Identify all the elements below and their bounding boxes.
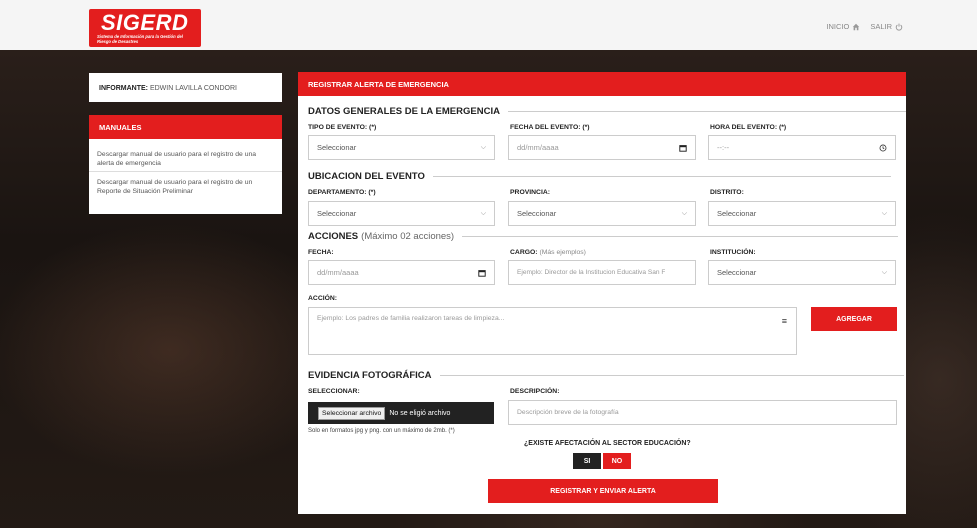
logo-name: SIGERD [101, 10, 189, 35]
accion-label: ACCIÓN: [308, 295, 338, 302]
chevron-down-icon: ⌵ [480, 143, 486, 151]
form-title: REGISTRAR ALERTA DE EMERGENCIA [298, 72, 906, 96]
nav-inicio-label: INICIO [826, 22, 850, 31]
file-format-note: Solo en formatos jpg y png. con un máxim… [308, 428, 455, 434]
cargo-label-text: CARGO: [510, 249, 538, 256]
home-icon [853, 23, 860, 30]
file-select-button[interactable]: Seleccionar archivo [318, 406, 386, 420]
section-acciones-title: ACCIONES [308, 231, 359, 242]
institucion-value: Seleccionar [717, 268, 757, 277]
manual-link-reporte[interactable]: Descargar manual de usuario para el regi… [89, 172, 282, 196]
fecha-input[interactable]: dd/mm/aaaa [308, 260, 495, 285]
fecha-evento-placeholder: dd/mm/aaaa [517, 143, 559, 152]
file-input[interactable]: Seleccionar archivo No se eligió archivo [308, 402, 494, 424]
nav-salir-label: SALIR [870, 22, 892, 31]
agregar-button[interactable]: AGREGAR [811, 307, 897, 331]
top-bar: SIGERD Sistema de Información para la Ge… [0, 0, 977, 50]
provincia-value: Seleccionar [517, 209, 557, 218]
afectacion-question: ¿EXISTE AFECTACIÓN AL SECTOR EDUCACIÓN? [524, 440, 691, 447]
section-acciones-hint: (Máximo 02 acciones) [361, 231, 455, 242]
no-toggle[interactable]: NO [603, 453, 631, 469]
section-general-title: DATOS GENERALES DE LA EMERGENCIA [308, 106, 500, 117]
departamento-select[interactable]: Seleccionar ⌵ [308, 201, 495, 226]
file-status: No se eligió archivo [389, 409, 451, 417]
informante-name: EDWIN LAVILLA CONDORI [149, 85, 237, 92]
section-ubicacion: UBICACION DEL EVENTO [308, 171, 891, 182]
descripcion-placeholder: Descripción breve de la fotografía [517, 409, 619, 416]
chevron-down-icon: ⌵ [681, 209, 687, 217]
section-divider [507, 111, 906, 112]
provincia-select[interactable]: Seleccionar ⌵ [508, 201, 696, 226]
calendar-icon [478, 269, 486, 277]
menu-lines-icon: ≡ [781, 316, 787, 326]
departamento-value: Seleccionar [317, 209, 357, 218]
clock-icon [879, 144, 887, 151]
calendar-icon [679, 144, 687, 152]
distrito-select[interactable]: Seleccionar ⌵ [708, 201, 896, 226]
manuales-card: MANUALES Descargar manual de usuario par… [89, 115, 282, 214]
fecha-placeholder: dd/mm/aaaa [317, 268, 359, 277]
sigerd-logo[interactable]: SIGERD Sistema de Información para la Ge… [89, 9, 201, 47]
descripcion-input[interactable]: Descripción breve de la fotografía [508, 400, 897, 425]
section-evidencia: EVIDENCIA FOTOGRÁFICA [308, 370, 904, 381]
nav-inicio[interactable]: INICIO [826, 22, 860, 31]
provincia-label: PROVINCIA: [510, 189, 551, 196]
institucion-label: INSTITUCIÓN: [710, 249, 756, 256]
section-divider [439, 375, 904, 376]
tipo-select[interactable]: Seleccionar ⌵ [308, 135, 495, 160]
institucion-select[interactable]: Seleccionar ⌵ [708, 260, 896, 285]
section-acciones: ACCIONES (Máximo 02 acciones) [308, 231, 899, 242]
logo-tagline: Sistema de Información para la Gestión d… [97, 34, 183, 44]
top-nav: INICIO SALIR [826, 22, 903, 31]
departamento-label: DEPARTAMENTO: (*) [308, 189, 376, 196]
yes-toggle[interactable]: SI [573, 453, 601, 469]
chevron-down-icon: ⌵ [881, 268, 887, 276]
descripcion-label: DESCRIPCIÓN: [510, 388, 560, 395]
submit-button[interactable]: REGISTRAR Y ENVIAR ALERTA [488, 479, 718, 503]
section-evidencia-title: EVIDENCIA FOTOGRÁFICA [308, 370, 432, 381]
manual-link-alerta[interactable]: Descargar manual de usuario para el regi… [89, 139, 282, 172]
section-divider [462, 236, 899, 237]
accion-placeholder: Ejemplo: Los padres de familia realizaro… [317, 315, 505, 322]
chevron-down-icon: ⌵ [881, 209, 887, 217]
distrito-value: Seleccionar [717, 209, 757, 218]
section-general: DATOS GENERALES DE LA EMERGENCIA [308, 106, 906, 117]
cargo-placeholder: Ejemplo: Director de la Institucion Educ… [517, 269, 666, 276]
cargo-input[interactable]: Ejemplo: Director de la Institucion Educ… [508, 260, 696, 285]
informante-label: INFORMANTE: [99, 85, 148, 92]
nav-salir[interactable]: SALIR [870, 22, 903, 31]
power-icon [895, 23, 903, 31]
tipo-value: Seleccionar [317, 143, 357, 152]
cargo-label: CARGO: (Más ejemplos) [510, 249, 586, 256]
hora-placeholder: --:-- [717, 143, 730, 152]
manuales-title: MANUALES [89, 115, 282, 139]
accion-textarea[interactable]: Ejemplo: Los padres de familia realizaro… [308, 307, 797, 355]
fecha-evento-label: FECHA DEL EVENTO: (*) [510, 124, 590, 131]
fecha-evento-input[interactable]: dd/mm/aaaa [508, 135, 696, 160]
informante-card: INFORMANTE: EDWIN LAVILLA CONDORI [89, 73, 282, 102]
seleccionar-label: SELECCIONAR: [308, 388, 360, 395]
section-ubicacion-title: UBICACION DEL EVENTO [308, 171, 425, 182]
form-panel: REGISTRAR ALERTA DE EMERGENCIA DATOS GEN… [298, 72, 906, 514]
hora-input[interactable]: --:-- [708, 135, 896, 160]
chevron-down-icon: ⌵ [480, 209, 486, 217]
hora-label: HORA DEL EVENTO: (*) [710, 124, 787, 131]
fecha-label: FECHA: [308, 249, 334, 256]
distrito-label: DISTRITO: [710, 189, 744, 196]
cargo-hint-link[interactable]: (Más ejemplos) [539, 249, 585, 256]
section-divider [432, 176, 891, 177]
tipo-label: TIPO DE EVENTO: (*) [308, 124, 377, 131]
